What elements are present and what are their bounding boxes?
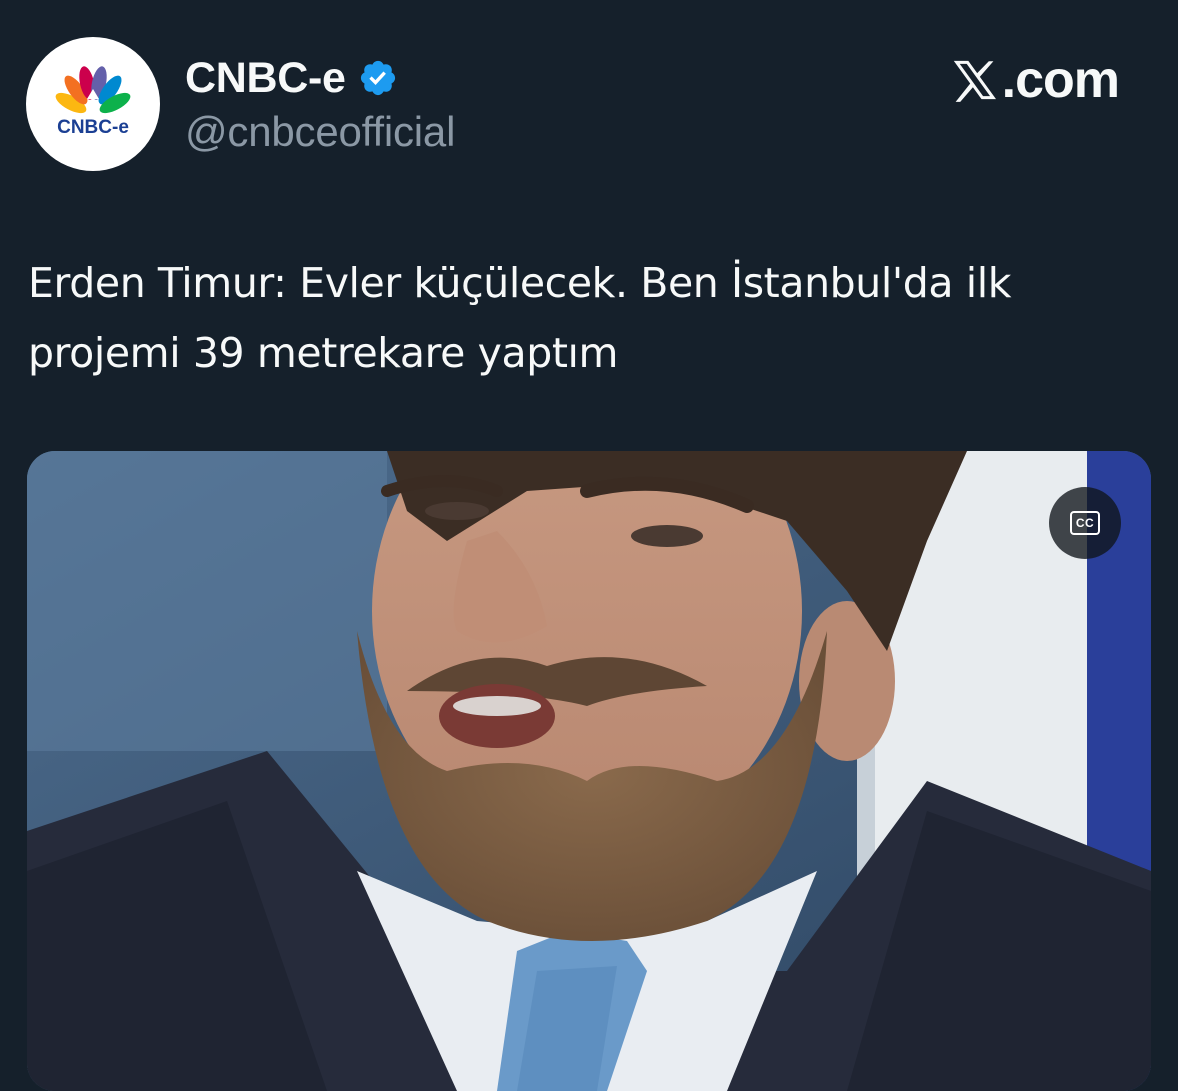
closed-captions-button[interactable]: CC bbox=[1049, 487, 1121, 559]
video-frame-image bbox=[27, 451, 1151, 1091]
tweet-text: Erden Timur: Evler küçülecek. Ben İstanb… bbox=[28, 259, 1012, 377]
brand-domain-text: .com bbox=[1001, 51, 1120, 109]
avatar-logo-text: CNBC-e bbox=[57, 117, 129, 138]
x-logo-icon bbox=[953, 60, 996, 102]
verified-badge-icon bbox=[360, 60, 395, 96]
display-name[interactable]: CNBC-e bbox=[185, 54, 346, 103]
x-com-brand: .com bbox=[951, 51, 1120, 109]
avatar[interactable]: CNBC-e bbox=[26, 37, 160, 171]
cnbc-peacock-logo: CNBC-e bbox=[55, 66, 131, 138]
closed-captions-icon: CC bbox=[1070, 511, 1100, 535]
account-name-row: CNBC-e bbox=[185, 54, 398, 102]
cc-label: CC bbox=[1075, 516, 1095, 530]
account-handle[interactable]: @cnbceofficial bbox=[185, 108, 455, 156]
video-player[interactable]: CC bbox=[27, 451, 1151, 1091]
